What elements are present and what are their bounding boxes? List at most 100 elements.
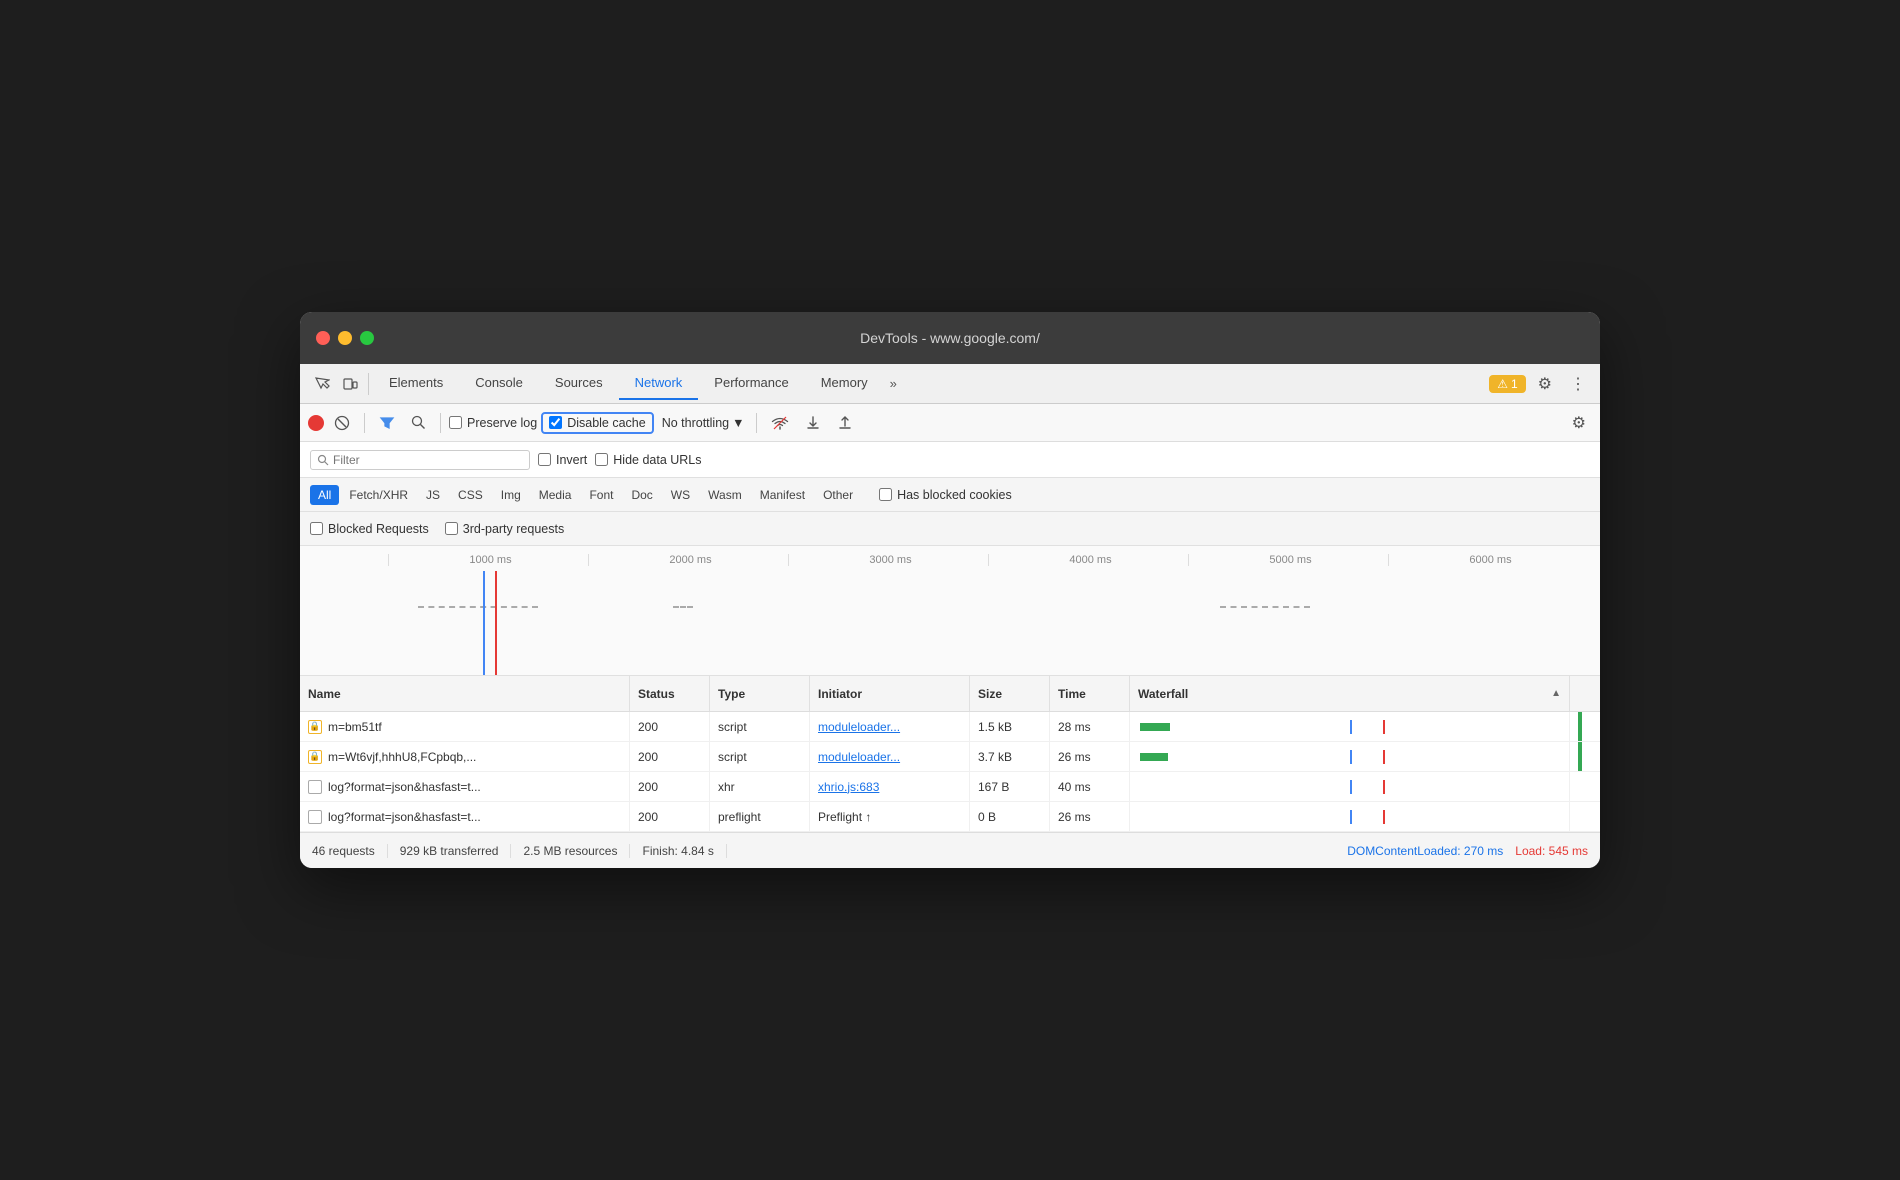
invert-checkbox[interactable] <box>538 453 551 466</box>
row1-initiator-link[interactable]: moduleloader... <box>818 720 900 734</box>
disable-cache-checkbox[interactable] <box>549 416 562 429</box>
col-name[interactable]: Name <box>300 676 630 711</box>
row4-size: 0 B <box>970 802 1050 831</box>
has-blocked-cookies-checkbox[interactable] <box>879 488 892 501</box>
hide-data-urls-label[interactable]: Hide data URLs <box>595 453 701 467</box>
traffic-lights <box>316 331 374 345</box>
row3-type: xhr <box>710 772 810 801</box>
row4-extra <box>1570 802 1600 831</box>
waterfall-sort-icon: ▲ <box>1551 688 1561 699</box>
third-party-label[interactable]: 3rd-party requests <box>445 522 564 536</box>
tab-network[interactable]: Network <box>619 367 699 400</box>
row3-initiator-link[interactable]: xhrio.js:683 <box>818 780 879 794</box>
row3-name: log?format=json&hasfast=t... <box>300 772 630 801</box>
row1-name: 🔒 m=bm51tf <box>300 712 630 741</box>
col-type[interactable]: Type <box>710 676 810 711</box>
invert-label[interactable]: Invert <box>538 453 587 467</box>
preserve-log-checkbox[interactable] <box>449 416 462 429</box>
col-waterfall[interactable]: Waterfall ▲ <box>1130 676 1570 711</box>
preserve-log-label[interactable]: Preserve log <box>449 416 537 430</box>
disable-cache-label[interactable]: Disable cache <box>549 416 646 430</box>
clear-button[interactable] <box>328 411 356 435</box>
third-party-checkbox[interactable] <box>445 522 458 535</box>
type-btn-media[interactable]: Media <box>531 485 580 505</box>
tick-3000: 3000 ms <box>788 554 988 566</box>
table-row[interactable]: log?format=json&hasfast=t... 200 preflig… <box>300 802 1600 832</box>
search-button[interactable] <box>405 411 432 434</box>
maximize-button[interactable] <box>360 331 374 345</box>
col-time[interactable]: Time <box>1050 676 1130 711</box>
row2-green-indicator <box>1578 742 1582 771</box>
devtools-more-button[interactable]: ⋮ <box>1564 370 1592 398</box>
col-initiator[interactable]: Initiator <box>810 676 970 711</box>
col-size[interactable]: Size <box>970 676 1050 711</box>
status-load: Load: 545 ms <box>1515 844 1588 858</box>
inspect-element-icon[interactable] <box>308 372 336 396</box>
filter-button[interactable] <box>373 411 401 435</box>
wf-bar-2 <box>1140 753 1168 761</box>
tick-4000: 4000 ms <box>988 554 1188 566</box>
row3-size: 167 B <box>970 772 1050 801</box>
row2-initiator-link[interactable]: moduleloader... <box>818 750 900 764</box>
has-blocked-cookies-label[interactable]: Has blocked cookies <box>879 488 1012 502</box>
row3-waterfall <box>1130 772 1570 801</box>
filter-input[interactable] <box>333 453 513 467</box>
row1-status: 200 <box>630 712 710 741</box>
type-btn-font[interactable]: Font <box>581 485 621 505</box>
type-btn-manifest[interactable]: Manifest <box>752 485 813 505</box>
throttle-select[interactable]: No throttling ▼ <box>658 414 749 432</box>
table-row[interactable]: 🔒 m=bm51tf 200 script moduleloader... 1.… <box>300 712 1600 742</box>
tab-performance[interactable]: Performance <box>698 367 804 400</box>
status-dom-content-loaded: DOMContentLoaded: 270 ms <box>1347 844 1515 858</box>
device-toolbar-icon[interactable] <box>336 372 364 396</box>
blocked-requests-checkbox[interactable] <box>310 522 323 535</box>
blocked-requests-label[interactable]: Blocked Requests <box>310 522 429 536</box>
lock-icon-1: 🔒 <box>308 720 322 734</box>
import-button[interactable] <box>799 411 827 435</box>
type-btn-doc[interactable]: Doc <box>623 485 660 505</box>
name-cell-2: 🔒 m=Wt6vjf,hhhU8,FCpbqb,... <box>308 750 476 764</box>
notifications-button[interactable]: ⚠ 1 <box>1489 375 1525 393</box>
hide-data-urls-checkbox[interactable] <box>595 453 608 466</box>
table-header: Name Status Type Initiator Size Time Wat… <box>300 676 1600 712</box>
type-btn-fetch[interactable]: Fetch/XHR <box>341 485 416 505</box>
dom-content-loaded-line <box>483 571 485 675</box>
type-btn-img[interactable]: Img <box>493 485 529 505</box>
type-btn-other[interactable]: Other <box>815 485 861 505</box>
type-btn-ws[interactable]: WS <box>663 485 698 505</box>
row4-status: 200 <box>630 802 710 831</box>
minimize-button[interactable] <box>338 331 352 345</box>
tab-memory[interactable]: Memory <box>805 367 884 400</box>
titlebar: DevTools - www.google.com/ <box>300 312 1600 364</box>
network-settings-button[interactable]: ⚙ <box>1566 409 1592 437</box>
type-btn-css[interactable]: CSS <box>450 485 491 505</box>
throttle-label: No throttling <box>662 416 729 430</box>
tab-console[interactable]: Console <box>459 367 539 400</box>
table-row[interactable]: 🔒 m=Wt6vjf,hhhU8,FCpbqb,... 200 script m… <box>300 742 1600 772</box>
table-row[interactable]: log?format=json&hasfast=t... 200 xhr xhr… <box>300 772 1600 802</box>
devtools-window: DevTools - www.google.com/ Elements Cons… <box>300 312 1600 868</box>
devtools-settings-button[interactable]: ⚙ <box>1532 370 1558 398</box>
row3-extra <box>1570 772 1600 801</box>
row2-status: 200 <box>630 742 710 771</box>
wf-load-line-2 <box>1383 750 1385 764</box>
type-btn-js[interactable]: JS <box>418 485 448 505</box>
load-event-line <box>495 571 497 675</box>
dash-line-2 <box>673 606 693 608</box>
type-btn-all[interactable]: All <box>310 485 339 505</box>
row2-type: script <box>710 742 810 771</box>
row1-extra <box>1570 712 1600 741</box>
row2-extra <box>1570 742 1600 771</box>
wifi-icon[interactable] <box>765 412 795 434</box>
close-button[interactable] <box>316 331 330 345</box>
tab-sources[interactable]: Sources <box>539 367 619 400</box>
type-btn-wasm[interactable]: Wasm <box>700 485 750 505</box>
record-button[interactable] <box>308 415 324 431</box>
more-tabs-button[interactable]: » <box>884 372 903 395</box>
timeline-ruler: 1000 ms 2000 ms 3000 ms 4000 ms 5000 ms … <box>388 546 1600 566</box>
tab-elements[interactable]: Elements <box>373 367 459 400</box>
export-button[interactable] <box>831 411 859 435</box>
col-status[interactable]: Status <box>630 676 710 711</box>
row1-time: 28 ms <box>1050 712 1130 741</box>
dash-line-3 <box>1220 606 1310 608</box>
